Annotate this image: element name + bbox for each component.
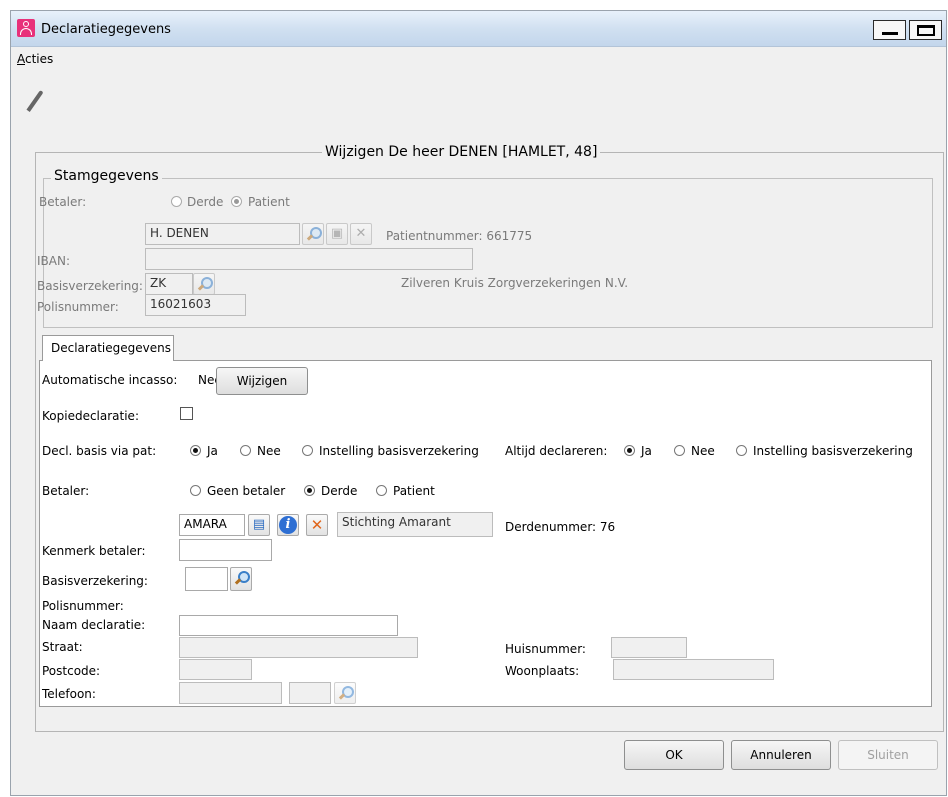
stam-betaler-derde-radio[interactable] [171,196,182,207]
altijd-nee-label: Nee [691,444,715,458]
altijd-declareren-label: Altijd declareren: [505,444,608,458]
info-icon: i [279,516,297,534]
stam-betaler-name-field[interactable]: H. DENEN [145,223,300,245]
search-icon [306,227,322,241]
straat-label: Straat: [42,640,83,654]
menu-bar: Acties [11,48,946,70]
basis-nee-label: Nee [257,444,281,458]
iban-label: IBAN: [37,254,70,268]
menu-acties[interactable]: Acties [17,52,53,66]
derdenummer-text: Derdenummer: 76 [505,520,616,534]
search-icon [338,686,354,700]
altijd-instelling-radio[interactable] [736,445,747,456]
altijd-instelling-label: Instelling basisverzekering [753,444,913,458]
decl-betaler-label: Betaler: [42,484,90,498]
stam-basisverzekering-field[interactable]: ZK [145,273,193,295]
wijzigen-button[interactable]: Wijzigen [216,367,308,395]
sluiten-button[interactable]: Sluiten [838,740,938,770]
polis-label: Polisnummer: [42,599,124,613]
kopie-checkbox[interactable] [180,407,193,420]
huisnummer-field [611,637,687,658]
iban-field[interactable] [145,248,473,270]
stam-betaler-patient-radio[interactable] [231,196,242,207]
postcode-label: Postcode: [42,664,101,678]
stam-basisverzekering-label: Basisverzekering: [37,279,143,293]
incasso-label: Automatische incasso: [42,373,178,387]
basisverz-search-button[interactable] [230,567,252,591]
huisnummer-label: Huisnummer: [505,642,586,656]
stam-betaler-label: Betaler: [39,195,87,209]
betaler-derde-radio[interactable] [304,485,315,496]
betaler-derde-label: Derde [321,484,358,498]
betaler-geen-label: Geen betaler [207,484,286,498]
telefoon-extra-field [289,682,331,704]
application-window: Declaratiegegevens Acties Wijzigen De he… [10,10,947,796]
stam-polisnummer-field[interactable]: 16021603 [145,294,246,316]
clear-icon: ✕ [310,516,324,534]
kenmerk-field[interactable] [179,539,272,561]
minimize-icon [882,32,898,35]
basisverz-label: Basisverzekering: [42,574,148,588]
stam-basisverzekering-search-button[interactable] [193,273,215,295]
derde-code-field[interactable]: AMARA [179,514,245,536]
basisverz-field[interactable] [185,567,228,591]
basis-nee-radio[interactable] [240,445,251,456]
betaler-patient-radio[interactable] [376,485,387,496]
kenmerk-label: Kenmerk betaler: [42,544,146,558]
tab-declaratiegegevens[interactable]: Declaratiegegevens [42,335,174,361]
declaratie-panel: Automatische incasso: Nee Wijzigen Kopie… [39,360,932,707]
postcode-field [179,659,252,680]
app-person-icon [17,19,35,37]
altijd-ja-label: Ja [641,444,652,458]
derde-naam-field: Stichting Amarant [337,512,493,537]
person-card-icon: ▣ [330,226,344,241]
maximize-button[interactable] [909,20,942,40]
edit-group-title: Wijzigen De heer DENEN [HAMLET, 48] [322,144,601,160]
verzekeraar-name: Zilveren Kruis Zorgverzekeringen N.V. [401,276,629,290]
stam-polisnummer-label: Polisnummer: [37,300,119,314]
title-bar: Declaratiegegevens [11,11,946,47]
search-icon [197,277,213,291]
derde-info-button[interactable]: i [277,514,299,536]
basis-instelling-radio[interactable] [302,445,313,456]
basis-instelling-label: Instelling basisverzekering [319,444,479,458]
select-list-icon: ▤ [252,517,266,532]
window-title: Declaratiegegevens [41,22,171,37]
basis-via-pat-label: Decl. basis via pat: [42,444,157,458]
clear-icon: ✕ [355,226,367,241]
altijd-nee-radio[interactable] [674,445,685,456]
ok-button[interactable]: OK [624,740,724,770]
stam-person-button[interactable]: ▣ [326,223,348,245]
woonplaats-field [613,659,774,680]
altijd-ja-radio[interactable] [624,445,635,456]
straat-field [179,637,418,658]
telefoon-field [179,682,282,704]
patientnummer-text: Patientnummer: 661775 [386,229,533,243]
search-icon [234,571,250,585]
betaler-geen-radio[interactable] [190,485,201,496]
stam-search-button[interactable] [302,223,324,245]
annuleren-button[interactable]: Annuleren [731,740,831,770]
pencil-icon[interactable] [26,90,44,112]
telefoon-label: Telefoon: [42,687,96,701]
betaler-patient-label: Patient [393,484,435,498]
derde-clear-button[interactable]: ✕ [306,514,328,536]
stam-betaler-derde-label: Derde [187,195,224,209]
derde-select-button[interactable]: ▤ [248,514,270,536]
telefoon-search-button[interactable] [334,682,356,704]
stam-clear-button[interactable]: ✕ [350,223,372,245]
kopie-label: Kopiedeclaratie: [42,409,139,423]
basis-ja-radio[interactable] [190,445,201,456]
minimize-button[interactable] [873,20,906,40]
naam-declaratie-field[interactable] [179,615,398,636]
maximize-icon [917,25,935,36]
woonplaats-label: Woonplaats: [505,664,580,678]
naam-declaratie-label: Naam declaratie: [42,618,146,632]
stam-betaler-patient-label: Patient [248,195,290,209]
stamgegevens-title: Stamgegevens [51,168,162,184]
basis-ja-label: Ja [207,444,218,458]
